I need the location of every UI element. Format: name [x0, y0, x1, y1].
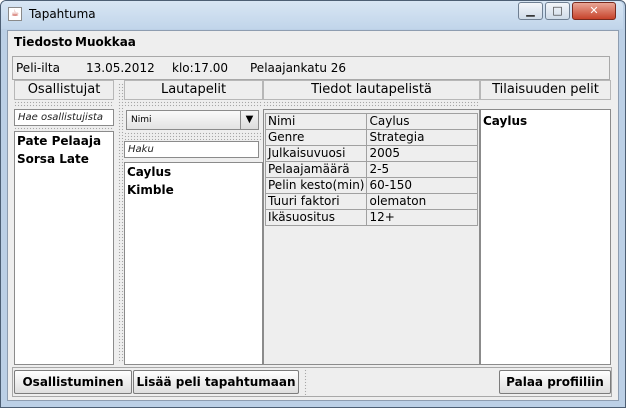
- details-row: Nimi Caylus: [264, 113, 478, 130]
- menu-tiedosto[interactable]: Tiedosto: [14, 35, 72, 49]
- details-panel: Nimi Caylus Genre Strategia Julkaisuvuosi 200…: [263, 109, 480, 365]
- participants-list[interactable]: Pate Pelaaja Sorsa Late: [14, 131, 114, 365]
- java-app-icon: ☕: [8, 7, 22, 21]
- list-item[interactable]: Sorsa Late: [17, 152, 89, 166]
- details-value: 12+: [366, 209, 478, 226]
- participate-button[interactable]: Osallistuminen: [14, 370, 132, 394]
- details-row: Julkaisuvuosi 2005: [264, 145, 478, 162]
- event-date: 13.05.2012: [86, 61, 155, 75]
- menu-muokkaa[interactable]: Muokkaa: [75, 35, 136, 49]
- venue-games-list[interactable]: Caylus: [480, 109, 611, 365]
- maximize-button[interactable]: □: [545, 2, 570, 20]
- event-type: Peli-ilta: [16, 61, 60, 75]
- games-list[interactable]: Caylus Kimble: [124, 162, 263, 365]
- split-dots: [304, 369, 308, 395]
- header-details: Tiedot lautapelistä: [263, 80, 480, 100]
- details-label: Julkaisuvuosi: [264, 145, 368, 162]
- details-label: Pelaajamäärä: [264, 161, 368, 178]
- details-value: Caylus: [366, 113, 478, 130]
- back-to-profile-button[interactable]: Palaa profiiliin: [499, 370, 611, 394]
- sort-combo-box[interactable]: Nimi ▼: [126, 110, 259, 130]
- event-time: klo:17.00: [172, 61, 229, 75]
- add-game-button[interactable]: Lisää peli tapahtumaan: [133, 370, 299, 394]
- split-dots: [124, 132, 263, 140]
- details-value: Strategia: [366, 129, 478, 146]
- event-place: Pelaajankatu 26: [250, 61, 347, 75]
- details-value: 60-150: [366, 177, 478, 194]
- details-label: Genre: [264, 129, 368, 146]
- details-row: Pelaajamäärä 2-5: [264, 161, 478, 178]
- list-item[interactable]: Caylus: [483, 114, 527, 128]
- list-item[interactable]: Caylus: [127, 165, 171, 179]
- header-venue-games: Tilaisuuden pelit: [480, 80, 611, 100]
- close-button[interactable]: ✕: [572, 2, 616, 20]
- list-item[interactable]: Pate Pelaaja: [17, 134, 101, 148]
- split-dots: [263, 101, 480, 107]
- game-search-input[interactable]: Haku: [124, 141, 259, 158]
- details-row: Pelin kesto(min) 60-150: [264, 177, 478, 194]
- details-value: 2-5: [366, 161, 478, 178]
- details-row: Genre Strategia: [264, 129, 478, 146]
- window-title: Tapahtuma: [29, 7, 96, 21]
- chevron-down-icon[interactable]: ▼: [240, 111, 258, 129]
- details-row: Ikäsuositus 12+: [264, 209, 478, 226]
- details-label: Ikäsuositus: [264, 209, 368, 226]
- header-participants: Osallistujat: [14, 80, 114, 100]
- details-value: olematon: [366, 193, 478, 210]
- header-games: Lautapelit: [124, 80, 263, 100]
- split-dots: [124, 101, 263, 107]
- details-row: Tuuri faktori olematon: [264, 193, 478, 210]
- split-dots: [14, 101, 114, 107]
- details-table: Nimi Caylus Genre Strategia Julkaisuvuosi 200…: [264, 113, 478, 226]
- details-label: Tuuri faktori: [264, 193, 368, 210]
- details-label: Nimi: [264, 113, 368, 130]
- participant-search-input[interactable]: Hae osallistujista: [14, 109, 114, 126]
- minimize-button[interactable]: ▁: [518, 2, 543, 20]
- details-label: Pelin kesto(min): [264, 177, 368, 194]
- sort-combo-value: Nimi: [131, 115, 152, 125]
- list-item[interactable]: Kimble: [127, 183, 174, 197]
- details-value: 2005: [366, 145, 478, 162]
